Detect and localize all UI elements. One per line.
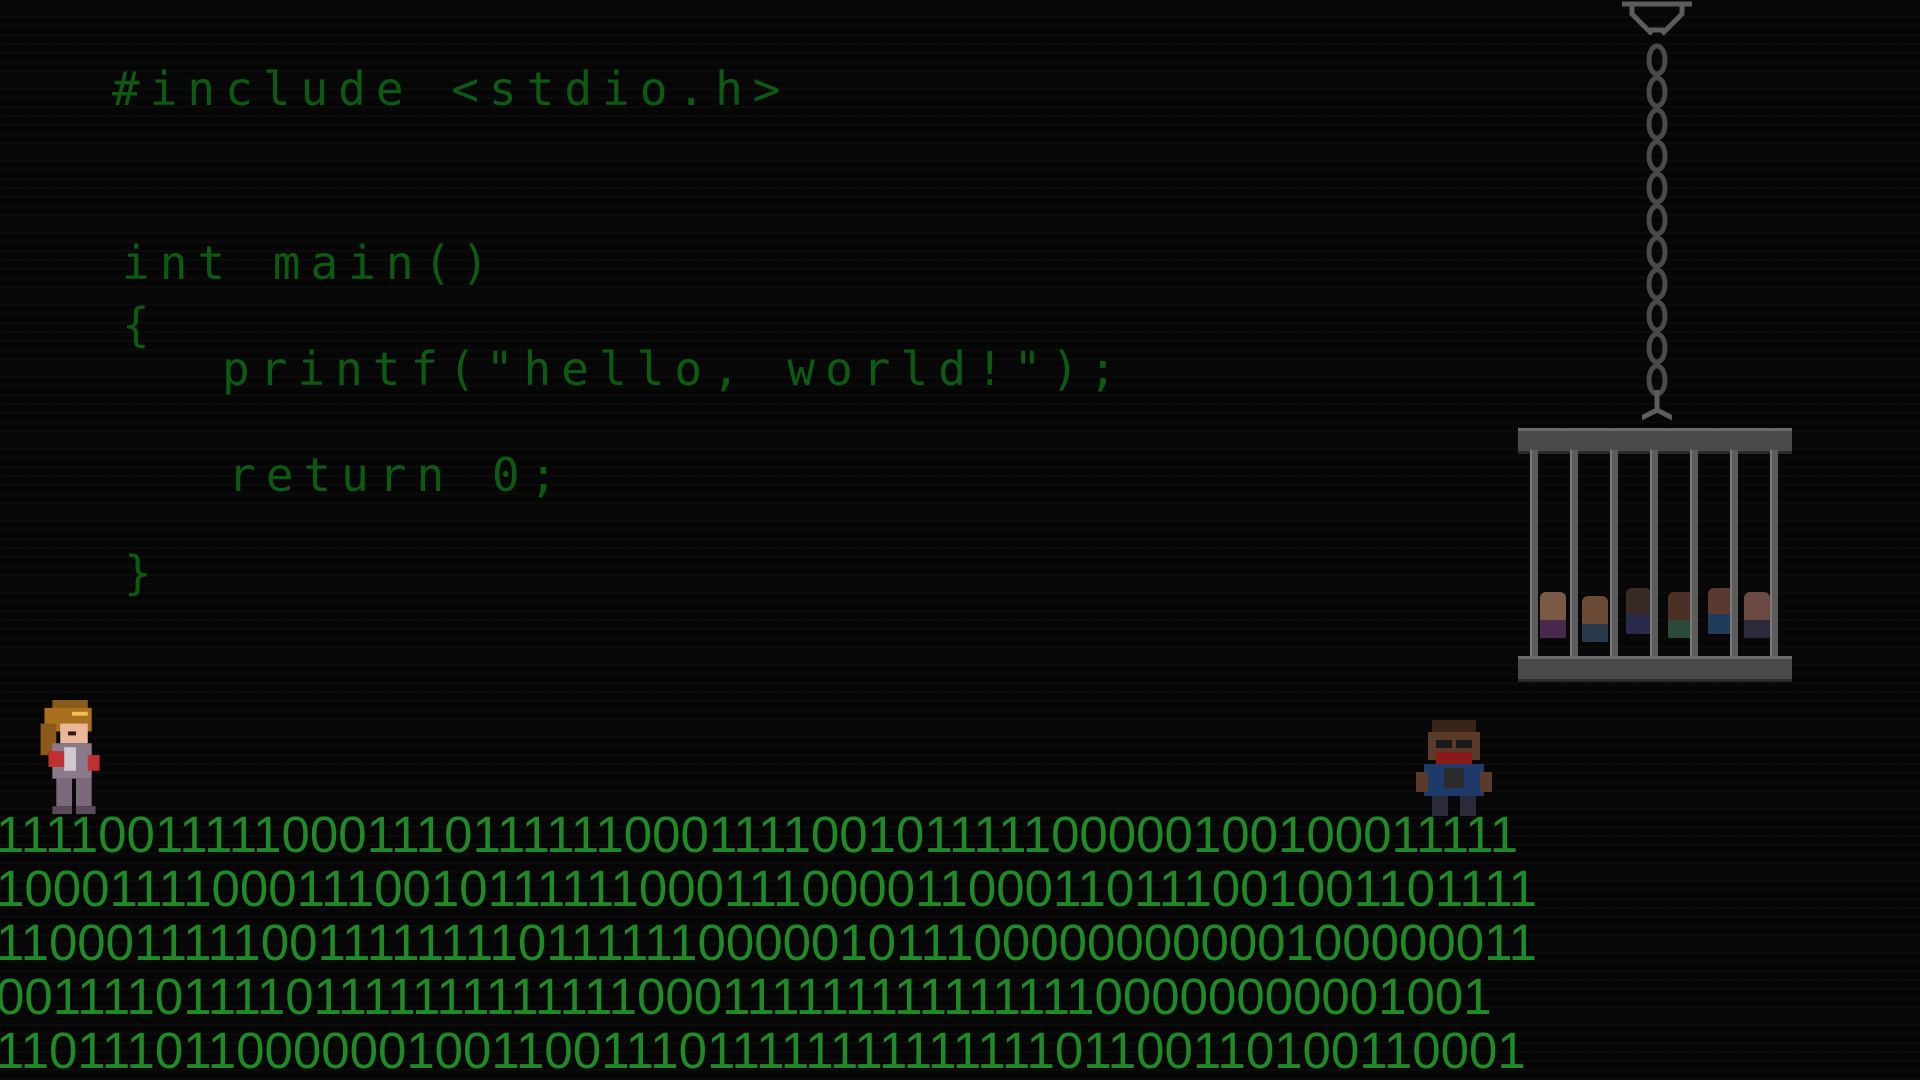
prisoner-sprite <box>1540 592 1566 638</box>
masked-thug-sprite <box>1416 720 1492 816</box>
code-close-brace: } <box>124 546 162 600</box>
binary-row: 0011110111101111111111111000111111111111… <box>0 968 1492 1025</box>
cage-bar <box>1530 450 1538 662</box>
binary-row: 1100011111001111111101111110000010111000… <box>0 914 1538 971</box>
code-printf-line: printf("hello, world!"); <box>222 342 1127 396</box>
cage-bottom-bar <box>1518 656 1792 682</box>
cage-bar <box>1610 450 1618 662</box>
prisoner-sprite <box>1744 592 1770 638</box>
cage-bar <box>1690 450 1698 662</box>
code-signature-line: int main() <box>122 236 499 290</box>
code-return-line: return 0; <box>228 448 568 502</box>
cage-bar <box>1650 450 1658 662</box>
binary-row: 1000111100011100101111110001110000110001… <box>0 860 1538 917</box>
binary-row: 1111001111100011101111110001111001011111… <box>0 808 1519 863</box>
code-open-brace: { <box>122 298 160 352</box>
binary-code-floor: 1111001111100011101111110001111001011111… <box>0 808 1920 1080</box>
hanging-chain-icon <box>1642 43 1672 421</box>
hero-girl-sprite <box>40 700 100 815</box>
prisoner-sprite <box>1582 596 1608 642</box>
cage-bar <box>1770 450 1778 662</box>
code-include-line: #include <stdio.h> <box>112 62 791 116</box>
binary-row: 1101110110000001001100111011111111111111… <box>0 1022 1526 1079</box>
hanging-cage <box>1518 428 1792 682</box>
cage-bar <box>1730 450 1738 662</box>
cage-bar <box>1570 450 1578 662</box>
prisoner-sprite <box>1626 588 1652 634</box>
